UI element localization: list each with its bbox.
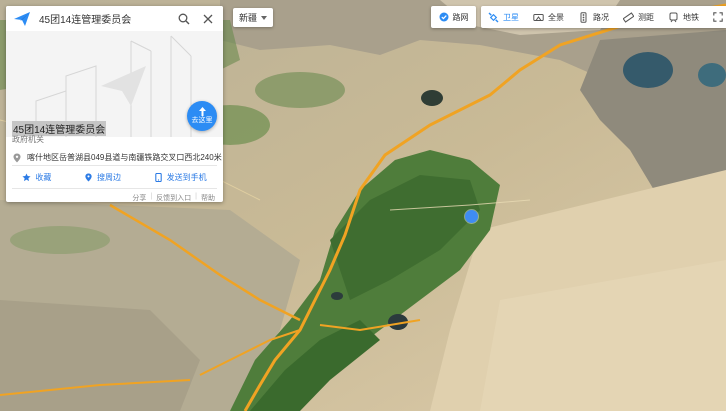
road-network-toggle[interactable]: 路网: [431, 6, 476, 28]
search-icon[interactable]: [175, 10, 193, 28]
poi-card: 45团14连管理委员会 去这里 45团14连管理委员会 政府机关 喀什地区岳普湖…: [6, 6, 223, 202]
satellite-icon: [488, 12, 499, 22]
traffic-icon: [580, 11, 587, 23]
region-selector[interactable]: 新疆: [233, 8, 274, 27]
divider: [12, 165, 217, 166]
close-icon[interactable]: [199, 10, 217, 28]
route-here-label: 去这里: [191, 117, 213, 124]
ruler-icon: [623, 11, 634, 23]
location-pin-icon: [85, 172, 92, 182]
separator: |: [150, 193, 153, 200]
location-pin-icon: [13, 153, 21, 162]
help-link[interactable]: 帮助: [201, 193, 215, 202]
traffic-button[interactable]: 路况: [578, 11, 609, 23]
panorama-icon: [533, 13, 544, 21]
search-input[interactable]: 45团14连管理委员会: [39, 11, 175, 26]
poi-address-row: 喀什地区岳普湖县049县道与南疆铁路交叉口西北240米: [12, 152, 222, 163]
satellite-button[interactable]: 卫星: [488, 12, 519, 23]
feedback-link[interactable]: 反馈到入口: [156, 193, 191, 202]
send-to-phone-button[interactable]: 发送到手机: [154, 172, 207, 183]
phone-icon: [154, 172, 162, 182]
paper-plane-logo-icon: [11, 8, 33, 30]
poi-category: 政府机关: [12, 135, 44, 144]
location-marker-icon[interactable]: [465, 210, 478, 223]
search-bar[interactable]: 45团14连管理委员会: [6, 6, 223, 31]
panorama-button[interactable]: 全景: [533, 12, 564, 23]
card-footer-links: 分享 | 反馈到入口 | 帮助: [132, 193, 215, 202]
checked-circle-icon: [439, 12, 448, 22]
map-toolbar: 卫星 全景 路况 测距 地铁: [481, 6, 726, 28]
chevron-down-icon: [261, 15, 268, 20]
ruler-button[interactable]: 测距: [623, 11, 654, 23]
region-label: 新疆: [239, 13, 258, 23]
separator: |: [195, 193, 197, 200]
poi-address: 喀什地区岳普湖县049县道与南疆铁路交叉口西北240米: [27, 153, 222, 162]
divider: [12, 188, 217, 189]
star-icon: [22, 172, 31, 181]
poi-actions: 收藏 搜周边 发送到手机: [6, 169, 223, 185]
fullscreen-icon: [713, 12, 723, 22]
search-nearby-button[interactable]: 搜周边: [84, 172, 121, 183]
favorite-button[interactable]: 收藏: [22, 172, 51, 183]
arrow-up-icon: [198, 107, 206, 116]
route-here-button[interactable]: 去这里: [187, 101, 217, 131]
subway-button[interactable]: 地铁: [668, 12, 699, 23]
fullscreen-button[interactable]: [713, 12, 726, 22]
share-link[interactable]: 分享: [132, 193, 146, 202]
subway-icon: [669, 12, 678, 22]
